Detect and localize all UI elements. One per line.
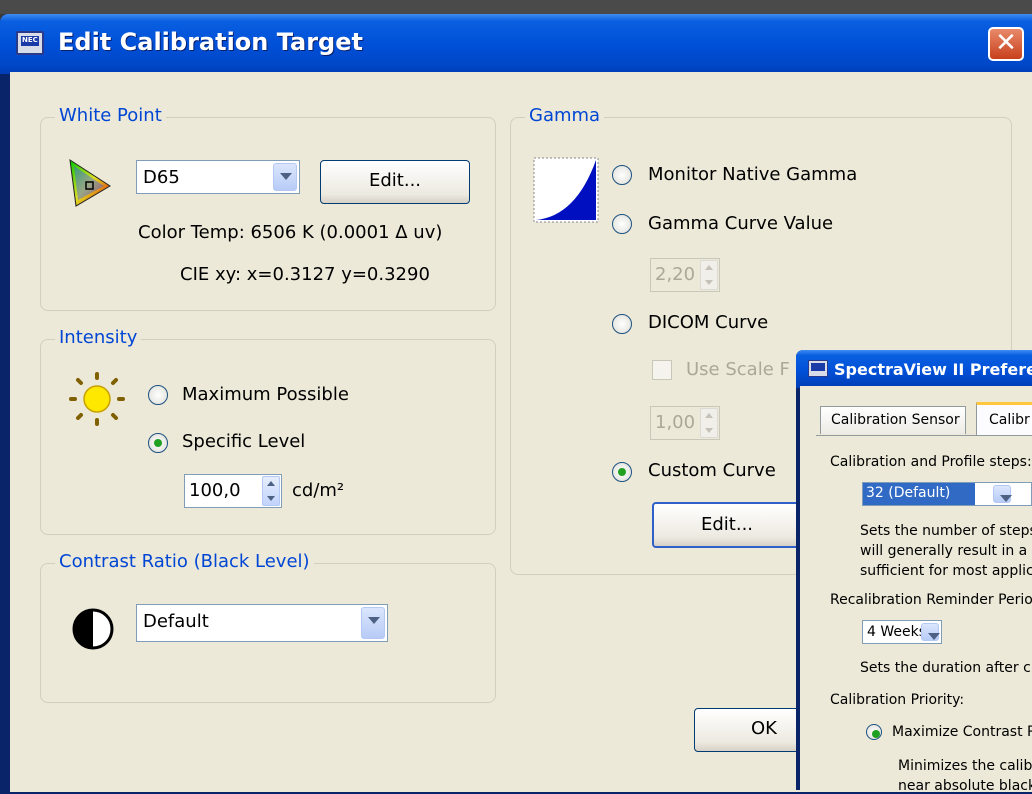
contrast-select[interactable]: Default [136, 604, 388, 642]
preferences-title: SpectraView II Prefere [834, 360, 1032, 379]
custom-curve-radio[interactable] [612, 462, 632, 482]
chevron-down-icon[interactable] [921, 623, 940, 641]
steps-desc-2: will generally result in a m [860, 543, 1032, 559]
spinner-arrows-icon[interactable] [700, 260, 718, 290]
maximize-contrast-radio[interactable] [866, 724, 882, 740]
white-point-label: White Point [55, 105, 166, 126]
native-gamma-label: Monitor Native Gamma [648, 164, 858, 185]
preferences-window: SpectraView II Prefere Calibration Senso… [796, 350, 1032, 790]
steps-desc-1: Sets the number of steps [860, 523, 1032, 539]
title-bar[interactable]: NEC Edit Calibration Target ✕ [0, 14, 1032, 74]
intensity-label: Intensity [55, 327, 142, 348]
recal-desc: Sets the duration after c [860, 660, 1031, 676]
priority-desc-2: near absolute black [898, 778, 1032, 790]
priority-label: Calibration Priority: [830, 692, 965, 708]
preferences-body: Calibration Sensor Calibr Calibration an… [800, 386, 1032, 790]
chevron-down-icon[interactable] [273, 163, 297, 191]
use-scale-label: Use Scale F [686, 359, 790, 380]
recal-value: 4 Weeks [867, 624, 927, 640]
contrast-value: Default [143, 611, 209, 632]
steps-label: Calibration and Profile steps: [830, 454, 1032, 470]
white-point-preset-value: D65 [143, 167, 180, 188]
steps-value: 32 (Default) [863, 483, 975, 505]
window-title: Edit Calibration Target [58, 28, 363, 56]
white-point-edit-button[interactable]: Edit... [320, 160, 470, 204]
desktop-strip [0, 0, 1032, 14]
app-icon-text: NEC [22, 36, 38, 44]
steps-desc-3: sufficient for most applica [860, 563, 1032, 579]
app-monitor-icon: NEC [16, 31, 44, 55]
native-gamma-radio[interactable] [612, 165, 632, 185]
recal-label: Recalibration Reminder Perio [830, 592, 1032, 608]
gamma-label: Gamma [525, 105, 605, 126]
specific-level-label: Specific Level [182, 431, 306, 452]
custom-curve-label: Custom Curve [648, 460, 776, 481]
close-icon[interactable]: ✕ [988, 27, 1024, 61]
gamma-curve-icon [533, 157, 599, 223]
use-scale-checkbox[interactable] [652, 360, 672, 380]
scale-value-spinner[interactable]: 1,00 [650, 406, 720, 440]
contrast-label: Contrast Ratio (Black Level) [55, 551, 314, 572]
priority-desc-1: Minimizes the calibra [898, 758, 1032, 774]
chevron-down-icon[interactable] [361, 607, 385, 639]
max-possible-label: Maximum Possible [182, 384, 349, 405]
contrast-half-circle-icon [72, 608, 114, 650]
app-monitor-icon [808, 360, 828, 377]
specific-level-radio[interactable] [148, 433, 168, 453]
tab-calibration-label: Calibr [989, 412, 1030, 428]
intensity-level-value: 100,0 [189, 480, 241, 501]
dicom-curve-label: DICOM Curve [648, 312, 769, 333]
tab-calibration-sensor-label: Calibration Sensor [831, 412, 960, 428]
gamma-curve-value-label: Gamma Curve Value [648, 213, 834, 234]
gamut-triangle-icon [69, 158, 111, 207]
gamma-value-spinner[interactable]: 2,20 [650, 258, 720, 292]
spinner-arrows-icon[interactable] [262, 476, 280, 506]
intensity-unit: cd/m² [292, 480, 345, 501]
maximize-contrast-label: Maximize Contrast R [892, 724, 1032, 740]
custom-curve-edit-button[interactable]: Edit... [652, 502, 802, 548]
spinner-arrows-icon[interactable] [700, 408, 718, 438]
cie-xy-readout: CIE xy: x=0.3127 y=0.3290 [180, 264, 430, 285]
tab-calibration[interactable]: Calibr [976, 402, 1032, 436]
white-point-preset-select[interactable]: D65 [136, 160, 300, 194]
max-possible-radio[interactable] [148, 385, 168, 405]
intensity-level-spinner[interactable]: 100,0 [184, 474, 282, 508]
tab-calibration-sensor[interactable]: Calibration Sensor [820, 406, 966, 434]
scale-value: 1,00 [655, 412, 696, 433]
tab-divider [816, 435, 1032, 436]
dicom-curve-radio[interactable] [612, 314, 632, 334]
gamma-value: 2,20 [655, 264, 696, 285]
recal-select[interactable]: 4 Weeks [862, 620, 942, 644]
color-temp-readout: Color Temp: 6506 K (0.0001 Δ uv) [138, 222, 443, 243]
preferences-title-bar[interactable]: SpectraView II Prefere [796, 350, 1032, 388]
gamma-curve-value-radio[interactable] [612, 214, 632, 234]
sun-brightness-icon [69, 372, 125, 426]
steps-select[interactable]: 32 (Default) [862, 482, 1032, 506]
chevron-down-icon[interactable] [993, 485, 1012, 503]
